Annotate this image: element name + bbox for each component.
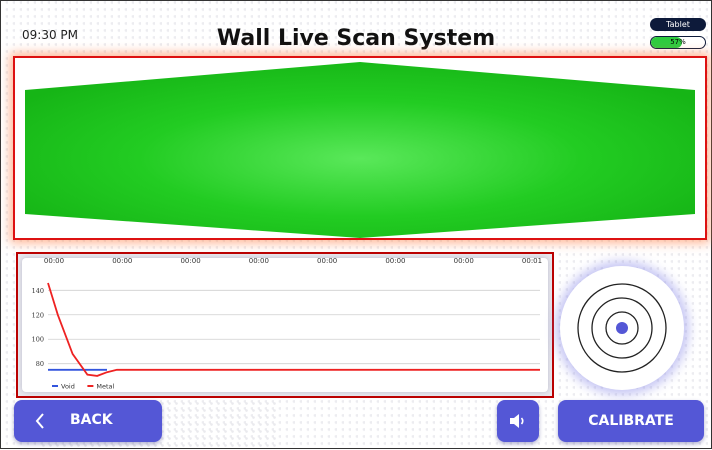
x-tick-label: 00:00 [44, 258, 64, 265]
legend-label-void: Void [61, 383, 75, 391]
x-tick-label: 00:00 [385, 258, 405, 265]
signal-graph-panel: 00:00 00:00 00:00 00:00 00:00 00:00 00:00 00:01… [16, 252, 554, 398]
y-tick-label: 120 [32, 311, 44, 319]
radar-target [560, 266, 684, 390]
x-tick-label: 00:00 [454, 258, 474, 265]
battery-percent: 57% [670, 38, 686, 46]
series-line-metal [47, 282, 540, 377]
x-tick-label: 00:00 [249, 258, 269, 265]
x-tick-label: 00:00 [317, 258, 337, 265]
page-title: Wall Live Scan System [216, 26, 496, 51]
y-tick-label: 80 [36, 360, 44, 368]
y-tick-label: 100 [32, 336, 44, 344]
x-tick-label: 00:00 [112, 258, 132, 265]
calibrate-label: CALIBRATE [588, 413, 674, 429]
chart-svg: 00:00 00:00 00:00 00:00 00:00 00:00 00:00 00:01… [32, 258, 543, 391]
back-label: BACK [70, 412, 113, 428]
scan-view-panel [13, 56, 707, 240]
y-tick-label: 140 [32, 287, 44, 295]
speaker-icon [510, 414, 524, 428]
scan-signal-shape [25, 62, 695, 238]
calibrate-button[interactable]: CALIBRATE [558, 400, 704, 442]
signal-graph: 00:00 00:00 00:00 00:00 00:00 00:00 00:00 00:01… [22, 258, 548, 392]
radar-target-icon [577, 283, 667, 373]
back-button[interactable]: BACK [14, 400, 162, 442]
device-badge: Tablet [650, 18, 706, 31]
chevron-left-icon [35, 413, 44, 429]
x-tick-label: 00:00 [180, 258, 200, 265]
legend-label-metal: Metal [96, 383, 114, 391]
scan-shape-svg [25, 62, 695, 238]
x-tick-label: 00:01 [522, 258, 542, 265]
sound-button[interactable] [497, 400, 539, 442]
battery-indicator: 57% [650, 36, 706, 49]
